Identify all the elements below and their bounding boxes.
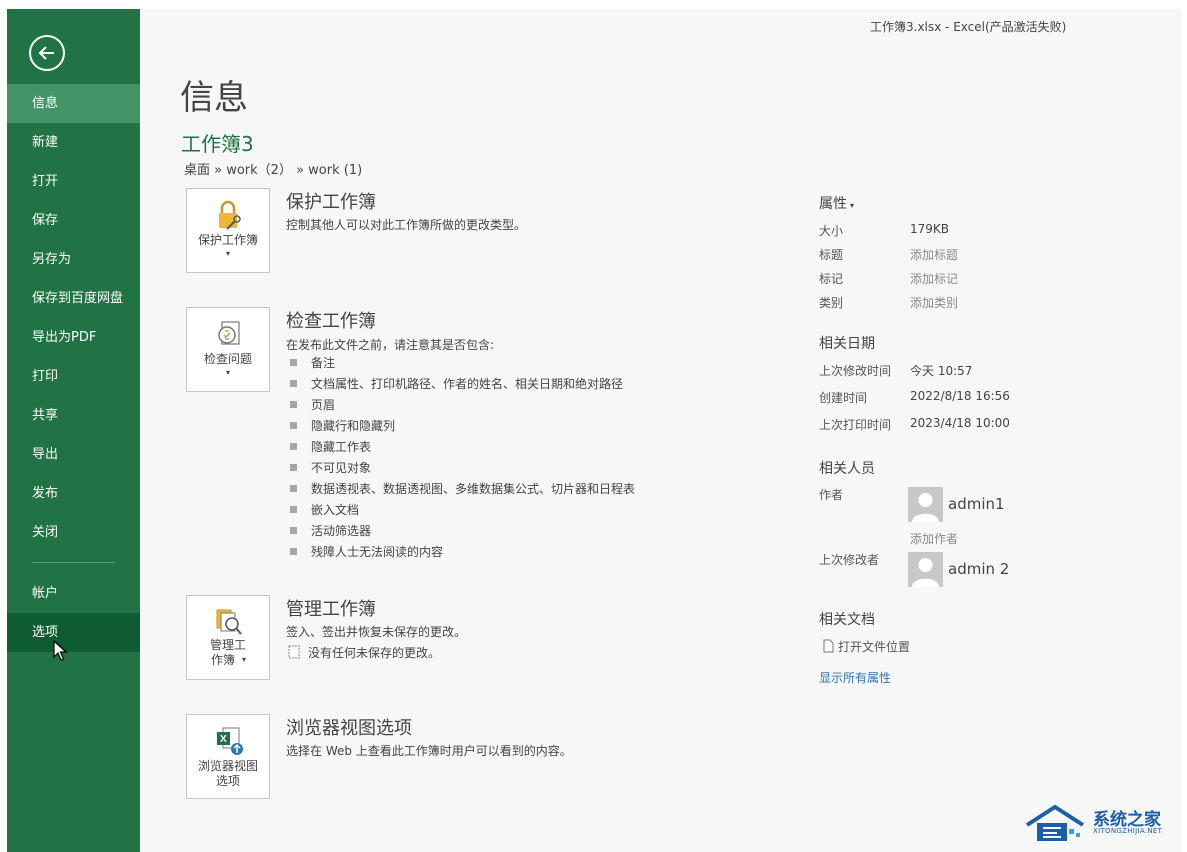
show-all-properties-link[interactable]: 显示所有属性 <box>819 669 891 686</box>
list-item: 隐藏工作表 <box>290 437 635 458</box>
chevron-down-icon: ▾ <box>241 655 246 664</box>
mouse-cursor-icon <box>53 640 67 661</box>
last-modified-label: 上次修改时间 <box>819 364 892 378</box>
manage-workbook-button[interactable]: 管理工 作簿 ▾ <box>186 595 270 680</box>
add-author-field[interactable]: 添加作者 <box>910 530 958 547</box>
list-item: 活动筛选器 <box>290 521 635 542</box>
no-unsaved-changes: 没有任何未保存的更改。 <box>288 644 440 661</box>
tags-label: 标记 <box>819 272 844 286</box>
protect-desc: 控制其他人可以对此工作簿所做的更改类型。 <box>286 218 527 232</box>
nav-options[interactable]: 选项 <box>7 613 140 652</box>
list-item: 残障人士无法阅读的内容 <box>290 542 635 563</box>
nav-save[interactable]: 保存 <box>7 201 140 240</box>
author-name[interactable]: admin1 <box>948 495 1005 513</box>
person-icon <box>912 493 939 522</box>
list-item: 页眉 <box>290 395 635 416</box>
person-icon <box>912 558 939 587</box>
last-printed-value: 2023/4/18 10:00 <box>910 416 1010 430</box>
protect-title: 保护工作簿 <box>286 192 376 213</box>
add-tags-field[interactable]: 添加标记 <box>910 270 958 287</box>
svg-text:X: X <box>220 734 227 745</box>
back-button[interactable] <box>29 35 65 71</box>
backstage-sidebar: 信息 新建 打开 保存 另存为 保存到百度网盘 导出为PDF 打印 共享 导出 … <box>7 9 140 852</box>
browser-title: 浏览器视图选项 <box>286 718 412 739</box>
lock-key-icon <box>219 200 241 230</box>
list-item: 嵌入文档 <box>290 500 635 521</box>
last-modified-by-label: 上次修改者 <box>819 553 880 567</box>
list-item: 数据透视表、数据透视图、多维数据集公式、切片器和日程表 <box>290 479 635 500</box>
protect-button-label: 保护工作簿 <box>197 233 258 247</box>
list-item: 备注 <box>290 353 635 374</box>
size-value: 179KB <box>910 222 950 236</box>
created-label: 创建时间 <box>819 391 868 405</box>
watermark: 系统之家 XITONGZHIJIA.NET <box>1025 803 1175 843</box>
manage-versions-icon <box>216 609 242 635</box>
chevron-down-icon: ▾ <box>225 249 230 258</box>
nav-open[interactable]: 打开 <box>7 162 140 201</box>
document-icon <box>823 639 834 653</box>
nav-publish[interactable]: 发布 <box>7 474 140 513</box>
document-icon <box>288 645 300 659</box>
nav-print[interactable]: 打印 <box>7 357 140 396</box>
window-title: 工作簿3.xlsx - Excel(产品激活失败) <box>870 20 1067 34</box>
last-modified-value: 今天 10:57 <box>910 364 973 378</box>
created-value: 2022/8/18 16:56 <box>910 389 1010 403</box>
list-item: 文档属性、打印机路径、作者的姓名、相关日期和绝对路径 <box>290 374 635 395</box>
browser-desc: 选择在 Web 上查看此工作簿时用户可以看到的内容。 <box>286 744 572 758</box>
inspect-desc: 在发布此文件之前，请注意其是否包含: <box>286 338 495 352</box>
manage-title: 管理工作簿 <box>286 599 376 620</box>
nav-new[interactable]: 新建 <box>7 123 140 162</box>
nav-info[interactable]: 信息 <box>7 84 140 123</box>
manage-desc: 签入、签出并恢复未保存的更改。 <box>286 625 467 639</box>
nav-account[interactable]: 帐户 <box>7 574 140 613</box>
related-people-heading: 相关人员 <box>819 461 875 477</box>
check-issues-button[interactable]: 检查问题 ▾ <box>186 307 270 392</box>
browser-button-label-2: 选项 <box>215 774 240 788</box>
nav-share[interactable]: 共享 <box>7 396 140 435</box>
house-logo-icon <box>1025 804 1085 841</box>
nav-export[interactable]: 导出 <box>7 435 140 474</box>
nav-export-pdf[interactable]: 导出为PDF <box>7 318 140 357</box>
size-label: 大小 <box>819 224 844 238</box>
list-item: 隐藏行和隐藏列 <box>290 416 635 437</box>
related-dates-heading: 相关日期 <box>819 336 875 352</box>
add-title-field[interactable]: 添加标题 <box>910 246 958 263</box>
browser-button-label-1: 浏览器视图 <box>197 759 258 773</box>
last-printed-label: 上次打印时间 <box>819 418 892 432</box>
open-file-location-link[interactable]: 打开文件位置 <box>823 638 910 655</box>
manage-button-label-1: 管理工 <box>209 638 246 652</box>
nav-divider <box>32 562 115 563</box>
browser-view-options-button[interactable]: X 浏览器视图 选项 <box>186 714 270 799</box>
author-label: 作者 <box>819 488 844 502</box>
chevron-down-icon: ▾ <box>850 201 855 210</box>
workbook-name: 工作簿3 <box>181 132 254 156</box>
nav-save-to-baidu[interactable]: 保存到百度网盘 <box>7 279 140 318</box>
add-category-field[interactable]: 添加类别 <box>910 294 958 311</box>
page-title: 信息 <box>180 78 248 118</box>
inspect-document-icon <box>218 321 240 345</box>
chevron-down-icon: ▾ <box>225 368 230 377</box>
title-label: 标题 <box>819 248 844 262</box>
excel-web-icon: X <box>217 727 243 755</box>
last-modified-by-name[interactable]: admin 2 <box>948 560 1009 578</box>
related-docs-heading: 相关文档 <box>819 612 875 628</box>
nav-close[interactable]: 关闭 <box>7 513 140 552</box>
avatar[interactable] <box>908 552 943 587</box>
inspect-bullet-list: 备注 文档属性、打印机路径、作者的姓名、相关日期和绝对路径 页眉 隐藏行和隐藏列… <box>290 353 635 563</box>
nav-save-as[interactable]: 另存为 <box>7 240 140 279</box>
workbook-path[interactable]: 桌面 » work（2） » work (1) <box>184 159 362 178</box>
list-item: 不可见对象 <box>290 458 635 479</box>
category-label: 类别 <box>819 296 844 310</box>
avatar[interactable] <box>908 487 943 522</box>
properties-heading[interactable]: 属性 ▾ <box>819 193 854 213</box>
inspect-title: 检查工作簿 <box>286 311 376 332</box>
check-issues-label: 检查问题 <box>203 352 252 366</box>
protect-workbook-button[interactable]: 保护工作簿 ▾ <box>186 188 270 273</box>
back-arrow-icon <box>38 46 54 60</box>
